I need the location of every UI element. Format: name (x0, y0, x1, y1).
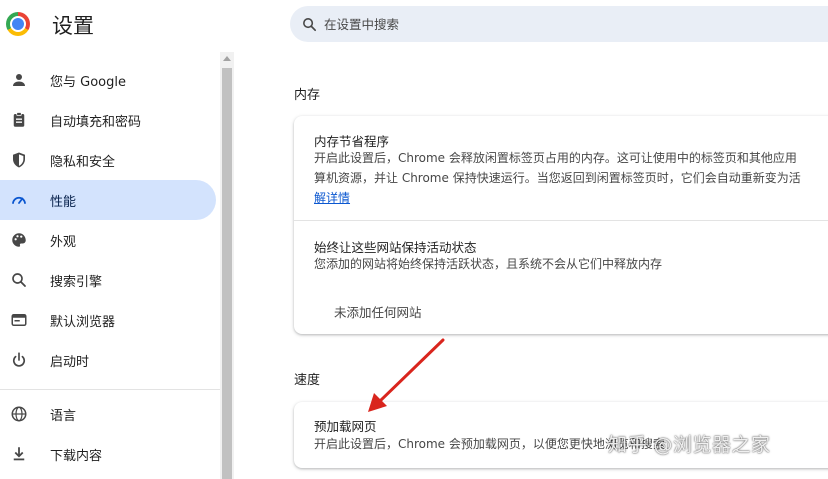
sidebar-item-label: 自动填充和密码 (50, 114, 142, 130)
memory-saver-desc-line2: 算机资源，并让 Chrome 保持快速运行。当您返回到闲置标签页时，它们会自动重… (314, 171, 801, 185)
memory-card: 内存节省程序 开启此设置后，Chrome 会释放闲置标签页占用的内存。这可让使用… (294, 116, 828, 334)
sidebar-item-label: 搜索引擎 (50, 274, 103, 290)
sidebar-item-languages[interactable]: 语言 (0, 394, 216, 434)
no-sites-text: 未添加任何网站 (334, 305, 422, 320)
learn-more-link[interactable]: 解详情 (314, 191, 350, 205)
sidebar-item-appearance[interactable]: 外观 (0, 220, 216, 260)
person-icon (10, 71, 28, 89)
chrome-logo-icon (6, 12, 30, 36)
keep-active-title: 始终让这些网站保持活动状态 (314, 240, 477, 255)
sidebar-item-label: 性能 (50, 194, 77, 210)
card-divider (294, 220, 828, 221)
sidebar-item-label: 启动时 (50, 354, 90, 370)
sidebar-item-downloads[interactable]: 下载内容 (0, 434, 216, 474)
sidebar-item-label: 语言 (50, 408, 77, 424)
search-icon (10, 271, 28, 289)
sidebar-item-label: 您与 Google (50, 74, 126, 90)
shield-icon (10, 151, 28, 169)
sidebar-item-performance[interactable]: 性能 (0, 180, 216, 220)
search-input[interactable] (324, 16, 724, 32)
scroll-up-arrow-icon[interactable] (223, 56, 231, 61)
palette-icon (10, 231, 28, 249)
search-bar[interactable] (290, 6, 828, 42)
sidebar-item-search-engine[interactable]: 搜索引擎 (0, 260, 216, 300)
scrollbar-thumb[interactable] (222, 68, 232, 479)
power-icon (10, 351, 28, 369)
sidebar-item-autofill[interactable]: 自动填充和密码 (0, 100, 216, 140)
preload-title: 预加载网页 (314, 419, 377, 434)
download-icon (10, 445, 28, 463)
watermark-text: 知乎 @浏览器之家 (608, 434, 771, 456)
page-title: 设置 (52, 14, 94, 38)
memory-saver-title: 内存节省程序 (314, 134, 390, 149)
sidebar-item-default-browser[interactable]: 默认浏览器 (0, 300, 216, 340)
search-icon (303, 17, 317, 31)
section-title-speed: 速度 (294, 373, 321, 388)
clipboard-icon (10, 111, 28, 129)
sidebar-item-label: 隐私和安全 (50, 154, 116, 170)
browser-icon (10, 311, 28, 329)
sidebar-item-label: 默认浏览器 (50, 314, 116, 330)
memory-saver-desc-line1: 开启此设置后，Chrome 会释放闲置标签页占用的内存。这可让使用中的标签页和其… (314, 151, 797, 165)
sidebar-nav: 您与 Google 自动填充和密码 隐私和安全 性能 外观 搜索引擎 默认浏览器… (0, 60, 220, 474)
sidebar-divider (0, 389, 220, 390)
sidebar-item-label: 外观 (50, 234, 77, 250)
speedometer-icon (10, 191, 28, 209)
sidebar-item-you-and-google[interactable]: 您与 Google (0, 60, 216, 100)
sidebar-item-label: 下载内容 (50, 448, 103, 464)
sidebar-item-on-startup[interactable]: 启动时 (0, 340, 216, 380)
keep-active-desc: 您添加的网站将始终保持活跃状态，且系统不会从它们中释放内存 (314, 257, 663, 271)
globe-icon (10, 405, 28, 423)
section-title-memory: 内存 (294, 88, 321, 103)
sidebar-item-privacy[interactable]: 隐私和安全 (0, 140, 216, 180)
sidebar-scrollbar[interactable] (220, 52, 234, 479)
